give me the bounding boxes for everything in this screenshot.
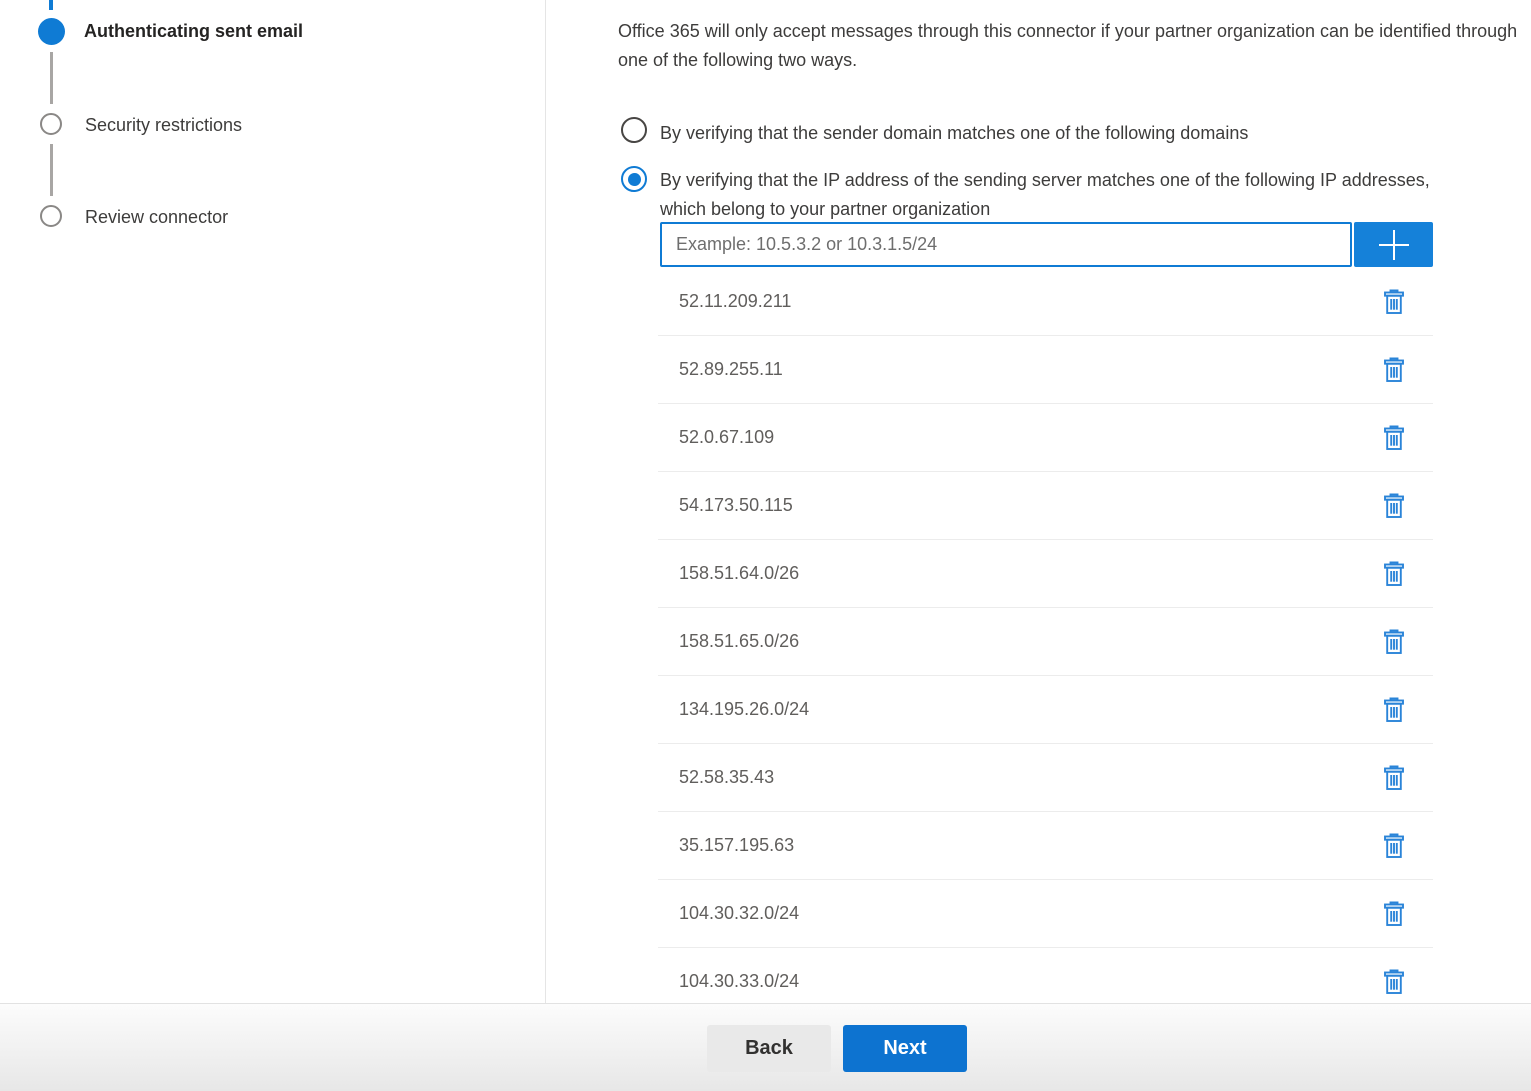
step-label: Authenticating sent email bbox=[84, 21, 303, 42]
delete-ip-button[interactable] bbox=[1381, 967, 1407, 997]
ip-row: 52.58.35.43 bbox=[658, 744, 1433, 812]
ip-address: 158.51.65.0/26 bbox=[679, 631, 799, 652]
delete-ip-button[interactable] bbox=[1381, 287, 1407, 317]
ip-address-input[interactable] bbox=[660, 222, 1352, 267]
authenticating-sent-email-panel: Office 365 will only accept messages thr… bbox=[547, 0, 1531, 1003]
delete-ip-button[interactable] bbox=[1381, 559, 1407, 589]
ip-row: 35.157.195.63 bbox=[658, 812, 1433, 880]
ip-address: 52.0.67.109 bbox=[679, 427, 774, 448]
ip-address: 158.51.64.0/26 bbox=[679, 563, 799, 584]
ip-row: 52.11.209.211 bbox=[658, 268, 1433, 336]
step-upcoming-circle-icon bbox=[40, 113, 62, 135]
ip-row: 158.51.64.0/26 bbox=[658, 540, 1433, 608]
wizard-stepper: Authenticating sent email Security restr… bbox=[0, 0, 546, 1003]
ip-address: 52.89.255.11 bbox=[679, 359, 783, 380]
stepper-connector-line bbox=[50, 52, 53, 104]
ip-address: 52.11.209.211 bbox=[679, 291, 791, 312]
ip-row: 52.0.67.109 bbox=[658, 404, 1433, 472]
delete-ip-button[interactable] bbox=[1381, 627, 1407, 657]
step-current-dot-icon bbox=[38, 18, 65, 45]
ip-row: 134.195.26.0/24 bbox=[658, 676, 1433, 744]
radio-dot-icon bbox=[628, 173, 641, 186]
trash-icon bbox=[1383, 357, 1405, 383]
delete-ip-button[interactable] bbox=[1381, 899, 1407, 929]
radio-selected-icon[interactable] bbox=[621, 166, 647, 192]
radio-option-label[interactable]: By verifying that the IP address of the … bbox=[660, 166, 1475, 223]
connector-wizard-page: Authenticating sent email Security restr… bbox=[0, 0, 1531, 1091]
step-upcoming-circle-icon bbox=[40, 205, 62, 227]
delete-ip-button[interactable] bbox=[1381, 831, 1407, 861]
ip-row: 104.30.32.0/24 bbox=[658, 880, 1433, 948]
ip-address: 104.30.33.0/24 bbox=[679, 971, 799, 992]
ip-address: 104.30.32.0/24 bbox=[679, 903, 799, 924]
ip-address: 134.195.26.0/24 bbox=[679, 699, 809, 720]
delete-ip-button[interactable] bbox=[1381, 763, 1407, 793]
trash-icon bbox=[1383, 833, 1405, 859]
back-button[interactable]: Back bbox=[707, 1025, 831, 1072]
trash-icon bbox=[1383, 901, 1405, 927]
ip-address: 54.173.50.115 bbox=[679, 495, 793, 516]
next-button[interactable]: Next bbox=[843, 1025, 967, 1072]
wizard-footer: Back Next bbox=[0, 1003, 1531, 1091]
delete-ip-button[interactable] bbox=[1381, 355, 1407, 385]
delete-ip-button[interactable] bbox=[1381, 695, 1407, 725]
radio-unselected-icon[interactable] bbox=[621, 117, 647, 143]
stepper-line-previous bbox=[49, 0, 53, 10]
intro-text: Office 365 will only accept messages thr… bbox=[618, 17, 1531, 74]
ip-address: 52.58.35.43 bbox=[679, 767, 774, 788]
trash-icon bbox=[1383, 561, 1405, 587]
ip-row: 54.173.50.115 bbox=[658, 472, 1433, 540]
trash-icon bbox=[1383, 289, 1405, 315]
add-ip-button[interactable] bbox=[1354, 222, 1433, 267]
trash-icon bbox=[1383, 629, 1405, 655]
ip-row: 52.89.255.11 bbox=[658, 336, 1433, 404]
ip-address-list: 52.11.209.211 52.89.255.11 bbox=[658, 268, 1433, 1003]
delete-ip-button[interactable] bbox=[1381, 491, 1407, 521]
trash-icon bbox=[1383, 697, 1405, 723]
trash-icon bbox=[1383, 969, 1405, 995]
step-label: Security restrictions bbox=[85, 115, 242, 136]
step-label: Review connector bbox=[85, 207, 228, 228]
trash-icon bbox=[1383, 765, 1405, 791]
ip-row: 158.51.65.0/26 bbox=[658, 608, 1433, 676]
radio-option-label[interactable]: By verifying that the sender domain matc… bbox=[660, 119, 1420, 148]
plus-icon bbox=[1377, 228, 1411, 262]
ip-address: 35.157.195.63 bbox=[679, 835, 794, 856]
trash-icon bbox=[1383, 493, 1405, 519]
ip-row: 104.30.33.0/24 bbox=[658, 948, 1433, 1003]
stepper-connector-line bbox=[50, 144, 53, 196]
delete-ip-button[interactable] bbox=[1381, 423, 1407, 453]
trash-icon bbox=[1383, 425, 1405, 451]
